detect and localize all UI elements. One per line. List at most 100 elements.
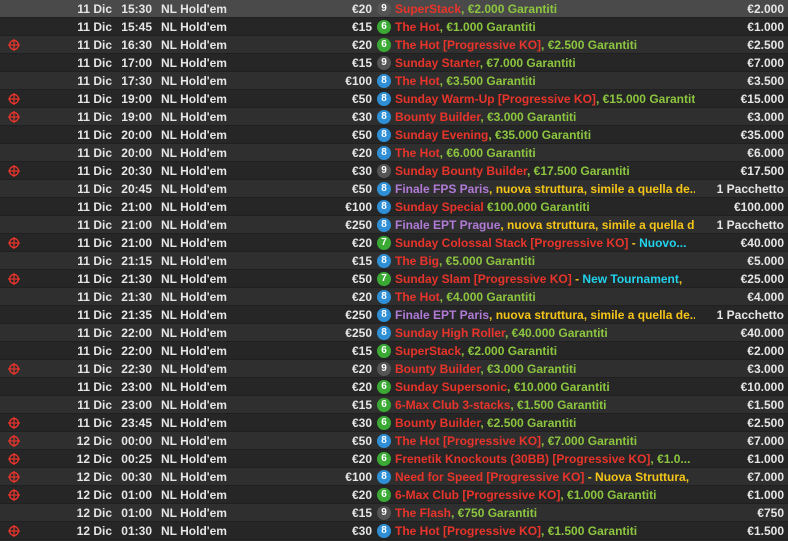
buyin-cell: €30 <box>351 524 372 538</box>
tournament-row[interactable]: 11 Dic 22:30 NL Hold'em €20 9 Bounty Bui… <box>0 360 788 378</box>
name-segment: The Big <box>395 254 439 268</box>
tournament-row[interactable]: 11 Dic 22:00 NL Hold'em €15 6 SuperStack… <box>0 342 788 360</box>
tournament-row[interactable]: 11 Dic 15:45 NL Hold'em €15 6 The Hot, €… <box>0 18 788 36</box>
tournament-name-cell: Frenetik Knockouts (30BB) [Progressive K… <box>395 450 695 468</box>
tournament-name-cell: Finale FPS Paris, nuova struttura, simil… <box>395 180 695 198</box>
date-cell: 11 Dic <box>77 128 112 142</box>
tournament-row[interactable]: 11 Dic 23:00 NL Hold'em €20 6 Sunday Sup… <box>0 378 788 396</box>
tournament-row[interactable]: 11 Dic 16:30 NL Hold'em €20 6 The Hot [P… <box>0 36 788 54</box>
tournament-row[interactable]: 11 Dic 19:00 NL Hold'em €50 8 Sunday War… <box>0 90 788 108</box>
tournament-name-cell: Bounty Builder, €3.000 Garantiti <box>395 360 695 378</box>
buyin-cell: €15 <box>351 344 372 358</box>
buyin-cell: €20 <box>351 2 372 16</box>
tournament-name-cell: Bounty Builder, €3.000 Garantiti <box>395 108 695 126</box>
tournament-row[interactable]: 12 Dic 00:25 NL Hold'em €20 6 Frenetik K… <box>0 450 788 468</box>
tournament-row[interactable]: 11 Dic 17:30 NL Hold'em €100 8 The Hot, … <box>0 72 788 90</box>
date-cell: 11 Dic <box>77 254 112 268</box>
name-segment: , nuova struttura, simile a quella de... <box>489 308 695 322</box>
name-segment: , €40.000 Garantiti <box>505 326 608 340</box>
name-segment: - <box>628 236 640 250</box>
time-cell: 23:45 <box>121 416 152 430</box>
tournament-row[interactable]: 12 Dic 01:00 NL Hold'em €20 6 6-Max Club… <box>0 486 788 504</box>
tournament-row[interactable]: 11 Dic 23:00 NL Hold'em €15 6 6-Max Club… <box>0 396 788 414</box>
tournament-row[interactable]: 11 Dic 17:00 NL Hold'em €15 9 Sunday Sta… <box>0 54 788 72</box>
seats-badge: 8 <box>377 74 391 88</box>
buyin-cell: €100 <box>345 74 372 88</box>
name-segment: Bounty Builder <box>395 110 481 124</box>
tournament-row[interactable]: 11 Dic 15:30 NL Hold'em €20 9 SuperStack… <box>0 0 788 18</box>
name-segment: , €1.000 Garantiti <box>560 488 657 502</box>
tournament-list: 11 Dic 15:30 NL Hold'em €20 9 SuperStack… <box>0 0 788 540</box>
tournament-row[interactable]: 11 Dic 21:15 NL Hold'em €15 8 The Big, €… <box>0 252 788 270</box>
game-cell: NL Hold'em <box>161 488 227 502</box>
time-cell: 21:00 <box>121 218 152 232</box>
seats-badge: 9 <box>377 164 391 178</box>
seats-badge: 8 <box>377 290 391 304</box>
buyin-cell: €250 <box>345 218 372 232</box>
tournament-row[interactable]: 11 Dic 22:00 NL Hold'em €250 8 Sunday Hi… <box>0 324 788 342</box>
crosshair-icon <box>8 39 20 51</box>
tournament-row[interactable]: 11 Dic 21:00 NL Hold'em €250 8 Finale EP… <box>0 216 788 234</box>
name-segment: , €750 Garantiti <box>451 506 538 520</box>
tournament-name-cell: The Hot [Progressive KO], €1.500 Garanti… <box>395 522 695 540</box>
time-cell: 22:00 <box>121 344 152 358</box>
name-segment: Sunday Colossal Stack [Progressive KO] <box>395 236 629 250</box>
tournament-row[interactable]: 12 Dic 00:30 NL Hold'em €100 8 Need for … <box>0 468 788 486</box>
game-cell: NL Hold'em <box>161 110 227 124</box>
game-cell: NL Hold'em <box>161 2 227 16</box>
tournament-row[interactable]: 11 Dic 21:00 NL Hold'em €20 7 Sunday Col… <box>0 234 788 252</box>
tournament-name-cell: Sunday Slam [Progressive KO] - New Tourn… <box>395 270 695 288</box>
date-cell: 11 Dic <box>77 398 112 412</box>
tournament-row[interactable]: 11 Dic 20:45 NL Hold'em €50 8 Finale FPS… <box>0 180 788 198</box>
buyin-cell: €20 <box>351 38 372 52</box>
tournament-row[interactable]: 12 Dic 01:30 NL Hold'em €30 8 The Hot [P… <box>0 522 788 540</box>
prize-cell: €1.000 <box>747 452 784 466</box>
name-segment: SuperStack <box>395 2 462 16</box>
tournament-row[interactable]: 11 Dic 21:35 NL Hold'em €250 8 Finale EP… <box>0 306 788 324</box>
tournament-row[interactable]: 12 Dic 00:00 NL Hold'em €50 8 The Hot [P… <box>0 432 788 450</box>
tournament-row[interactable]: 11 Dic 20:00 NL Hold'em €50 8 Sunday Eve… <box>0 126 788 144</box>
game-cell: NL Hold'em <box>161 182 227 196</box>
buyin-cell: €50 <box>351 128 372 142</box>
time-cell: 20:45 <box>121 182 152 196</box>
tournament-row[interactable]: 11 Dic 21:00 NL Hold'em €100 8 Sunday Sp… <box>0 198 788 216</box>
tournament-row[interactable]: 11 Dic 19:00 NL Hold'em €30 8 Bounty Bui… <box>0 108 788 126</box>
tournament-row[interactable]: 11 Dic 21:30 NL Hold'em €50 7 Sunday Sla… <box>0 270 788 288</box>
buyin-cell: €20 <box>351 452 372 466</box>
time-cell: 21:15 <box>121 254 152 268</box>
date-cell: 11 Dic <box>77 56 112 70</box>
seats-badge: 6 <box>377 344 391 358</box>
time-cell: 23:00 <box>121 380 152 394</box>
time-cell: 21:30 <box>121 290 152 304</box>
tournament-row[interactable]: 11 Dic 23:45 NL Hold'em €30 6 Bounty Bui… <box>0 414 788 432</box>
time-cell: 00:00 <box>121 434 152 448</box>
prize-cell: €17.500 <box>740 164 784 178</box>
time-cell: 00:30 <box>121 470 152 484</box>
tournament-row[interactable]: 12 Dic 01:00 NL Hold'em €15 9 The Flash,… <box>0 504 788 522</box>
crosshair-icon <box>8 417 20 429</box>
prize-cell: €10.000 <box>740 380 784 394</box>
date-cell: 11 Dic <box>77 416 112 430</box>
tournament-name-cell: SuperStack, €2.000 Garantiti <box>395 342 695 360</box>
game-cell: NL Hold'em <box>161 290 227 304</box>
name-segment: Bounty Builder <box>395 362 481 376</box>
seats-badge: 9 <box>377 506 391 520</box>
game-cell: NL Hold'em <box>161 74 227 88</box>
game-cell: NL Hold'em <box>161 38 227 52</box>
buyin-cell: €30 <box>351 416 372 430</box>
seats-badge: 8 <box>377 308 391 322</box>
name-segment: Finale EPT Prague <box>395 218 501 232</box>
name-segment: €100.000 Garantiti <box>483 200 590 214</box>
game-cell: NL Hold'em <box>161 398 227 412</box>
tournament-row[interactable]: 11 Dic 21:30 NL Hold'em €20 8 The Hot, €… <box>0 288 788 306</box>
tournament-row[interactable]: 11 Dic 20:30 NL Hold'em €30 9 Sunday Bou… <box>0 162 788 180</box>
crosshair-icon <box>8 273 20 285</box>
name-segment: , nuova struttura, simile a quella d... <box>500 218 695 232</box>
buyin-cell: €15 <box>351 56 372 70</box>
seats-badge: 6 <box>377 380 391 394</box>
prize-cell: 1 Pacchetto <box>716 308 784 322</box>
date-cell: 11 Dic <box>77 2 112 16</box>
time-cell: 15:45 <box>121 20 152 34</box>
tournament-row[interactable]: 11 Dic 20:00 NL Hold'em €20 8 The Hot, €… <box>0 144 788 162</box>
seats-badge: 8 <box>377 470 391 484</box>
